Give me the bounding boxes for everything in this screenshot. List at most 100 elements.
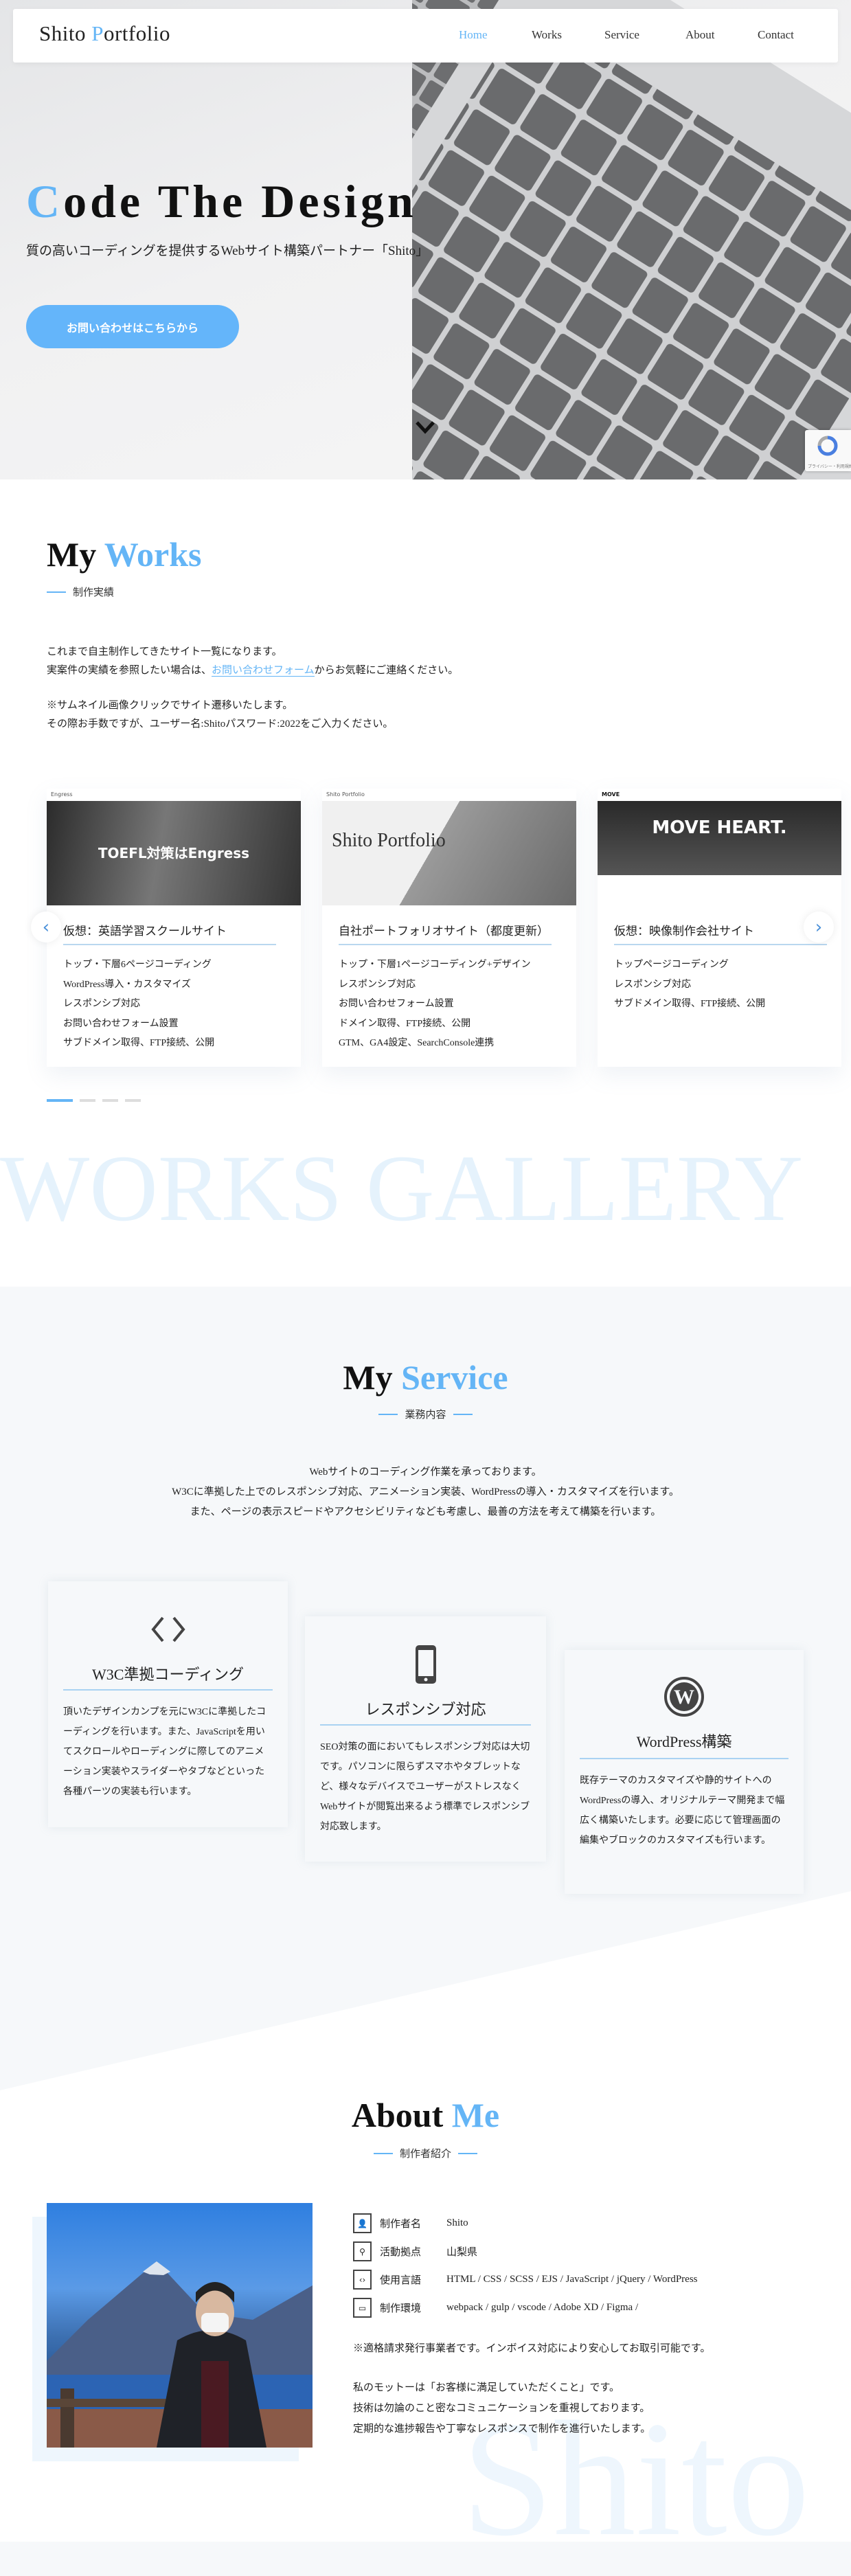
code-icon: ‹› xyxy=(353,2270,372,2290)
subtitle-text: 業務内容 xyxy=(405,1410,446,1421)
title-plain: About xyxy=(351,2096,452,2134)
title-accent: Works xyxy=(104,535,202,574)
profile-photo-illustration xyxy=(47,2261,313,2448)
nav-works[interactable]: Works xyxy=(532,28,562,42)
list-item: レスポンシブ対応 xyxy=(339,979,416,990)
site-logo[interactable]: Shito Portfolio xyxy=(39,21,170,46)
info-label: 制作者名 xyxy=(380,2219,422,2230)
service-card: W3C準拠コーディング 頂いたデザインカンプを元にW3Cに準拠したコーディングを… xyxy=(48,1581,288,1827)
divider xyxy=(339,944,552,945)
service-card-title: WordPress構築 xyxy=(636,1733,732,1750)
info-row-location: ⚲ 活動拠点 山梨県 xyxy=(353,2241,477,2261)
svg-text:W: W xyxy=(674,1686,694,1708)
works-title: My Works xyxy=(47,534,202,574)
map-pin-icon: ⚲ xyxy=(353,2241,372,2261)
info-value: webpack / gulp / vscode / Adobe XD / Fig… xyxy=(446,2302,639,2313)
recaptcha-text: プライバシー・利用規約 xyxy=(808,464,851,469)
note-line: ※サムネイル画像クリックでサイト遷移いたします。 xyxy=(47,700,293,711)
motto-line: 私のモットーは「お客様に満足していただくこと」です。 xyxy=(353,2382,620,2393)
subtitle-text: 制作実績 xyxy=(73,587,115,598)
slider-dot[interactable] xyxy=(102,1099,118,1102)
slider-dot[interactable] xyxy=(125,1099,141,1102)
title-accent: Me xyxy=(451,2096,500,2134)
nav-contact[interactable]: Contact xyxy=(758,28,794,42)
divider xyxy=(47,591,66,593)
service-card: W WordPress構築 既存テーマのカスタマイズや静的サイトへのWordPr… xyxy=(565,1650,804,1894)
logo-accent: P xyxy=(91,21,104,45)
intro-line: Webサイトのコーディング作業を承っております。 xyxy=(309,1467,542,1478)
info-label: 使用言語 xyxy=(380,2275,422,2286)
motto-line: 技術は勿論のこと密なコミュニケーションを重視しております。 xyxy=(353,2403,650,2414)
works-subtitle: 制作実績 xyxy=(47,585,114,599)
list-item: レスポンシブ対応 xyxy=(614,979,691,990)
list-item: GTM、GA4設定、SearchConsole連携 xyxy=(339,1038,495,1048)
intro-line: 実案件の実績を参照したい場合は、お問い合わせフォームからお気軽にご連絡ください。 xyxy=(47,662,458,680)
divider xyxy=(614,944,827,945)
service-card-text: SEO対策の面においてもレスポンシブ対応は大切です。パソコンに限らずスマホやタブ… xyxy=(320,1742,530,1832)
divider xyxy=(453,1413,473,1415)
work-thumbnail[interactable]: Shito Portfolio Shito Portfolio xyxy=(322,789,576,905)
logo-text: ortfolio xyxy=(103,21,170,45)
nav-home[interactable]: Home xyxy=(459,28,488,42)
intro-text: 実案件の実績を参照したい場合は、 xyxy=(47,665,212,676)
hero-section: Code The Design 質の高いコーディングを提供するWebサイト構築パ… xyxy=(0,0,851,479)
slider-prev-button[interactable]: ‹ xyxy=(31,912,61,942)
title-plain: My xyxy=(47,535,104,574)
info-row-name: 👤 制作者名 Shito xyxy=(353,2213,468,2233)
thumbnail-header: Shito Portfolio xyxy=(322,789,576,801)
work-feature-list: トップ・下層6ページコーディング WordPress導入・カスタマイズ レスポン… xyxy=(63,956,214,1054)
work-card[interactable]: Shito Portfolio Shito Portfolio 自社ポートフォリ… xyxy=(322,789,576,1067)
recaptcha-badge[interactable]: プライバシー・利用規約 xyxy=(805,430,851,471)
work-thumbnail[interactable]: Engress TOEFL対策はEngress xyxy=(47,789,301,905)
nav-service[interactable]: Service xyxy=(604,28,639,42)
thumbnail-header: MOVE xyxy=(598,789,841,801)
code-icon xyxy=(48,1616,288,1643)
slider-dot-active[interactable] xyxy=(47,1099,73,1102)
divider xyxy=(580,1758,788,1759)
slider-dot[interactable] xyxy=(80,1099,95,1102)
work-thumbnail[interactable]: MOVE MOVE HEART. xyxy=(598,789,841,905)
intro-line: W3Cに準拠した上でのレスポンシブ対応、アニメーション実装、WordPressの… xyxy=(172,1487,679,1498)
list-item: WordPress導入・カスタマイズ xyxy=(63,979,191,990)
title-plain: My xyxy=(343,1358,402,1397)
site-header: Shito Portfolio Home Works Service About… xyxy=(13,9,838,63)
list-item: ドメイン取得、FTP接続、公開 xyxy=(339,1018,471,1029)
service-card-title: レスポンシブ対応 xyxy=(365,1701,486,1718)
chevron-right-icon: › xyxy=(815,916,823,938)
about-motto: 私のモットーは「お客様に満足していただくこと」です。 技術は勿論のこと密なコミュ… xyxy=(353,2377,650,2439)
hero-subtitle: 質の高いコーディングを提供するWebサイト構築パートナー「Shito」 xyxy=(26,244,429,258)
info-label: 活動拠点 xyxy=(380,2247,422,2258)
service-card: レスポンシブ対応 SEO対策の面においてもレスポンシブ対応は大切です。パソコンに… xyxy=(305,1616,546,1862)
hero-title-accent: C xyxy=(26,175,64,227)
info-row-languages: ‹› 使用言語 HTML / CSS / SCSS / EJS / JavaScri… xyxy=(353,2270,698,2290)
intro-text: からお気軽にご連絡ください。 xyxy=(314,665,459,676)
intro-line: また、ページの表示スピードやアクセシビリティなども考慮し、最善の方法を考えて構築… xyxy=(190,1506,661,1517)
laptop-icon: ▭ xyxy=(353,2298,372,2318)
works-gallery-watermark: WORKS GALLERY xyxy=(0,1136,804,1241)
chevron-left-icon: ‹ xyxy=(42,916,50,938)
thumbnail-headline: TOEFL対策はEngress xyxy=(98,845,250,861)
divider xyxy=(373,2152,393,2154)
divider xyxy=(320,1724,531,1726)
contact-form-link[interactable]: お問い合わせフォーム xyxy=(212,665,315,677)
work-card[interactable]: Engress TOEFL対策はEngress 仮想：英語学習スクールサイト ト… xyxy=(47,789,301,1067)
thumbnail-header: Engress xyxy=(47,789,301,801)
chevron-down-icon[interactable] xyxy=(415,416,435,437)
invoice-note: ※適格請求発行事業者です。インボイス対応により安心してお取引可能です。 xyxy=(353,2343,711,2354)
hero-title-rest: ode The Design xyxy=(63,175,417,227)
slider-next-button[interactable]: › xyxy=(804,912,834,942)
service-card-text: 既存テーマのカスタマイズや静的サイトへのWordPressの導入、オリジナルテー… xyxy=(580,1776,785,1846)
work-title: 仮想：映像制作会社サイト xyxy=(614,925,754,938)
about-subtitle: 制作者紹介 xyxy=(0,2146,851,2160)
service-subtitle: 業務内容 xyxy=(0,1407,851,1421)
info-value: Shito xyxy=(446,2217,468,2228)
list-item: トップ・下層6ページコーディング xyxy=(63,960,212,970)
service-intro: Webサイトのコーディング作業を承っております。 W3Cに準拠した上でのレスポン… xyxy=(0,1462,851,1522)
work-feature-list: トップ・下層1ページコーディング+デザイン レスポンシブ対応 お問い合わせフォー… xyxy=(339,956,531,1054)
list-item: お問い合わせフォーム設置 xyxy=(63,1018,179,1029)
nav-about[interactable]: About xyxy=(685,28,715,42)
contact-cta-button[interactable]: お問い合わせはこちらから xyxy=(26,305,239,348)
note-line: その際お手数ですが、ユーザー名:Shitoパスワード:2022をご入力ください。 xyxy=(47,719,394,730)
subtitle-text: 制作者紹介 xyxy=(399,2149,451,2160)
recaptcha-icon xyxy=(817,436,838,456)
